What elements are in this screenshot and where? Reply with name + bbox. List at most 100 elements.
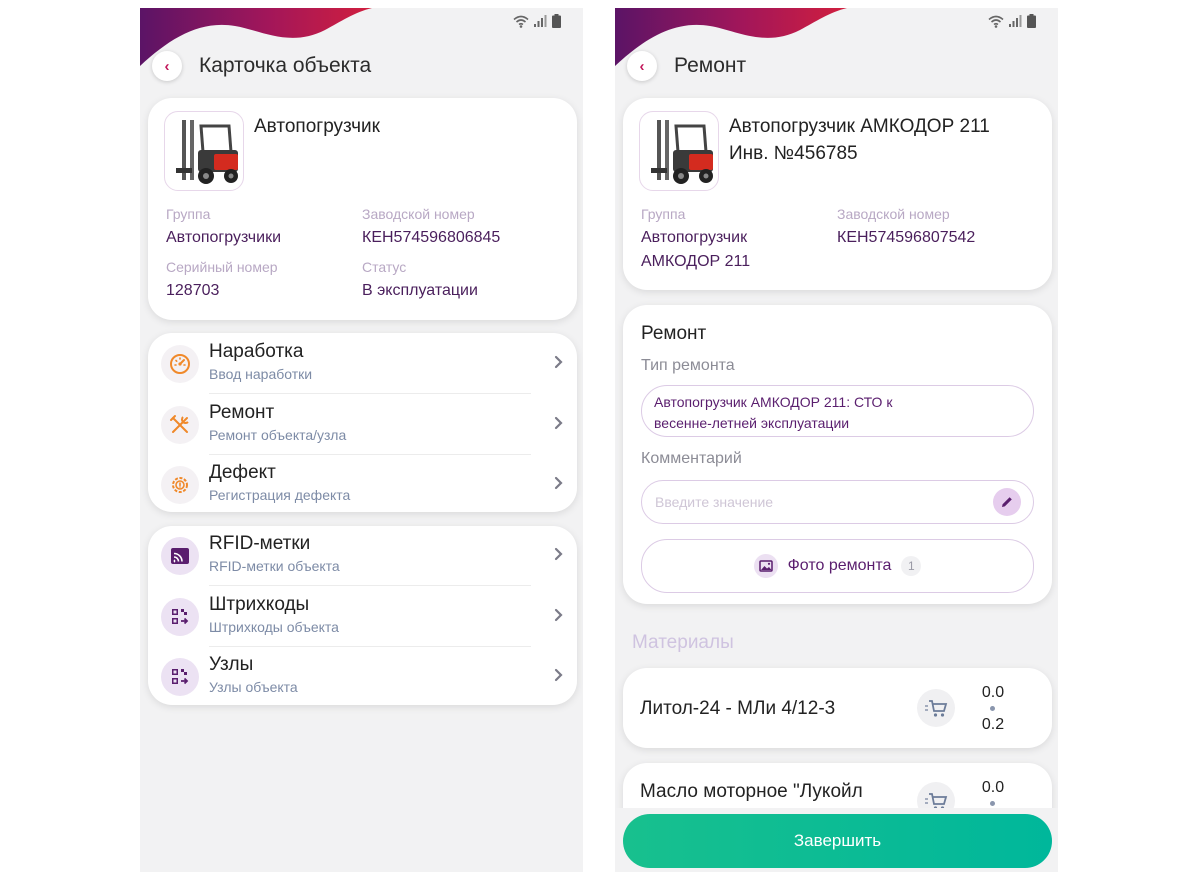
- repair-type-line: весенне-летней эксплуатации: [654, 415, 850, 431]
- finish-button[interactable]: Завершить: [623, 814, 1052, 868]
- status-value: В эксплуатации: [362, 282, 478, 299]
- serial-number-value: 128703: [166, 282, 220, 299]
- material-qty-bottom: 0.2: [981, 716, 1005, 733]
- repair-type-field[interactable]: Автопогрузчик АМКОДОР 211: СТО к весенне…: [641, 385, 1034, 437]
- back-button[interactable]: ‹: [152, 51, 182, 81]
- repair-card: Ремонт Тип ремонта Автопогрузчик АМКОДОР…: [623, 305, 1052, 604]
- object-info-card: Автопогрузчик Группа Автопогрузчики Заво…: [148, 98, 577, 320]
- wifi-icon: [988, 15, 1004, 28]
- barcode-icon: [161, 598, 199, 636]
- menu-item-title: Узлы: [209, 654, 254, 675]
- material-qty-top: 0.0: [981, 779, 1005, 796]
- chevron-right-icon: [554, 608, 563, 622]
- menu-item-subtitle: RFID-метки объекта: [209, 558, 340, 574]
- speedometer-icon: [161, 345, 199, 383]
- object-image: [164, 111, 244, 191]
- pencil-icon: [1002, 497, 1012, 507]
- chevron-right-icon: [554, 668, 563, 682]
- divider: [209, 585, 531, 586]
- comment-placeholder: Введите значение: [655, 494, 774, 510]
- menu-item-title: Наработка: [209, 341, 304, 362]
- menu-item-narabotka[interactable]: Наработка Ввод наработки: [148, 334, 575, 394]
- object-image: [639, 111, 719, 191]
- chevron-left-icon: ‹: [164, 57, 170, 75]
- menu-item-rfid[interactable]: RFID-метки RFID-метки объекта: [148, 526, 575, 586]
- repair-section-title: Ремонт: [641, 323, 707, 344]
- rfid-icon: [161, 537, 199, 575]
- chevron-right-icon: [554, 355, 563, 369]
- photo-count-badge: 1: [901, 556, 922, 576]
- repair-photo-label: Фото ремонта: [787, 557, 892, 574]
- factory-number-value: КЕН574596806845: [362, 229, 501, 246]
- factory-number-value: КЕН574596807542: [837, 229, 976, 246]
- menu-item-title: RFID-метки: [209, 533, 311, 554]
- object-card-screen: ‹ Карточка объекта Автопогрузчик Группа …: [140, 8, 583, 872]
- edit-comment-button[interactable]: [993, 488, 1021, 516]
- object-name-line: Автопогрузчик АМКОДОР 211: [729, 116, 990, 137]
- chevron-right-icon: [554, 547, 563, 561]
- repair-screen: ‹ Ремонт Автопогрузчик АМКОДОР 211 Инв. …: [615, 8, 1058, 872]
- gear-warning-icon: [161, 466, 199, 504]
- menu-item-title: Дефект: [209, 462, 276, 483]
- forklift-image: [176, 120, 238, 184]
- group-value-line: АМКОДОР 211: [641, 253, 751, 270]
- repair-photo-button[interactable]: Фото ремонта 1: [641, 539, 1034, 593]
- object-info-card: Автопогрузчик АМКОДОР 211 Инв. №456785 Г…: [623, 98, 1052, 290]
- menu-item-nodes[interactable]: Узлы Узлы объекта: [148, 647, 575, 707]
- materials-section-title: Материалы: [632, 632, 734, 653]
- comment-input[interactable]: Введите значение: [641, 480, 1034, 524]
- back-button[interactable]: ‹: [627, 51, 657, 81]
- menu-item-subtitle: Узлы объекта: [209, 679, 298, 695]
- status-label: Статус: [362, 259, 407, 275]
- status-bar: [988, 13, 1036, 29]
- material-name: Литол-24 - МЛи 4/12-3: [640, 698, 836, 719]
- image-icon: [753, 554, 778, 578]
- identifiers-card: RFID-метки RFID-метки объекта Штрихкоды …: [148, 526, 577, 705]
- page-header: ‹ Карточка объекта: [152, 51, 371, 81]
- group-value: Автопогрузчик АМКОДОР 211: [641, 226, 750, 274]
- object-name: Автопогрузчик: [254, 116, 380, 137]
- repair-type-label: Тип ремонта: [641, 357, 735, 374]
- menu-item-subtitle: Штрихкоды объекта: [209, 619, 339, 635]
- group-value: Автопогрузчики: [166, 229, 281, 246]
- menu-item-remont[interactable]: Ремонт Ремонт объекта/узла: [148, 395, 575, 455]
- chevron-right-icon: [554, 416, 563, 430]
- serial-number-label: Серийный номер: [166, 259, 278, 275]
- wifi-icon: [513, 15, 529, 28]
- menu-item-title: Штрихкоды: [209, 594, 310, 615]
- factory-number-label: Заводской номер: [362, 206, 475, 222]
- add-to-cart-button[interactable]: [917, 689, 955, 727]
- cart-icon: [925, 700, 948, 717]
- factory-number-label: Заводской номер: [837, 206, 950, 222]
- material-qty-top: 0.0: [981, 684, 1005, 701]
- object-name: Автопогрузчик АМКОДОР 211 Инв. №456785: [729, 113, 990, 167]
- status-bar: [513, 13, 561, 29]
- inventory-number: Инв. №456785: [729, 143, 858, 164]
- group-label: Группа: [641, 206, 686, 222]
- comment-label: Комментарий: [641, 450, 742, 467]
- menu-item-barcodes[interactable]: Штрихкоды Штрихкоды объекта: [148, 587, 575, 647]
- group-value-line: Автопогрузчик: [641, 229, 748, 246]
- group-label: Группа: [166, 206, 211, 222]
- nodes-icon: [161, 658, 199, 696]
- material-name: Масло моторное "Лукойл: [640, 781, 863, 802]
- material-item[interactable]: Литол-24 - МЛи 4/12-3 0.0 0.2: [623, 668, 1052, 748]
- battery-icon: [552, 14, 561, 28]
- repair-type-line: Автопогрузчик АМКОДОР 211: СТО к: [654, 394, 893, 410]
- forklift-image: [651, 120, 713, 184]
- divider: [209, 393, 531, 394]
- page-title: Карточка объекта: [199, 54, 372, 77]
- tools-icon: [161, 406, 199, 444]
- chevron-right-icon: [554, 476, 563, 490]
- actions-card: Наработка Ввод наработки Ремонт Ремонт о…: [148, 333, 577, 512]
- menu-item-title: Ремонт: [209, 402, 275, 423]
- repair-type-value: Автопогрузчик АМКОДОР 211: СТО к весенне…: [654, 392, 1019, 434]
- menu-item-subtitle: Ремонт объекта/узла: [209, 427, 347, 443]
- menu-item-defect[interactable]: Дефект Регистрация дефекта: [148, 455, 575, 515]
- signal-icon: [534, 15, 547, 27]
- qty-separator-dot: [990, 706, 995, 711]
- chevron-left-icon: ‹: [639, 57, 645, 75]
- page-title: Ремонт: [674, 54, 747, 77]
- page-header: ‹ Ремонт: [627, 51, 746, 81]
- qty-separator-dot: [990, 801, 995, 806]
